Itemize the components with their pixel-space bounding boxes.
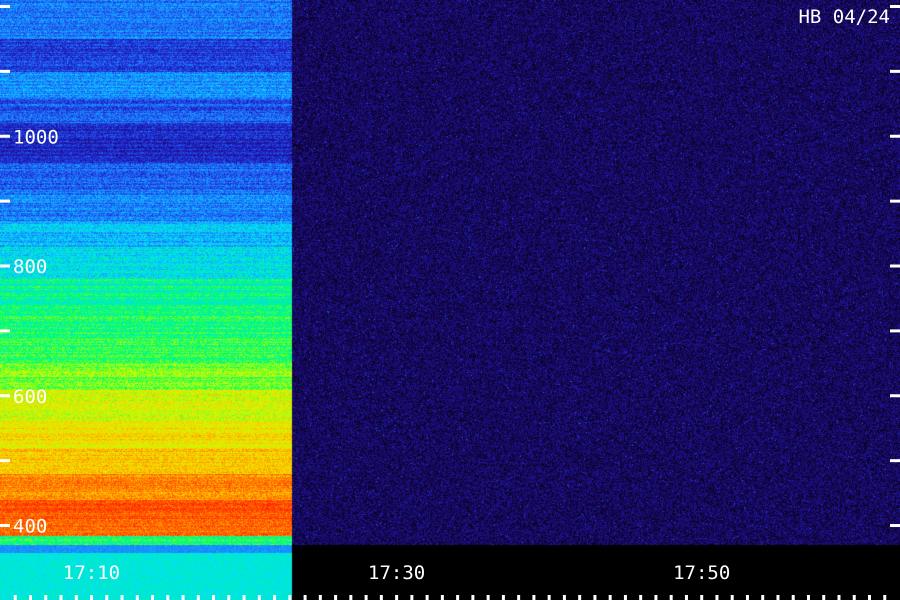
spectrogram-heatmap (0, 0, 900, 600)
